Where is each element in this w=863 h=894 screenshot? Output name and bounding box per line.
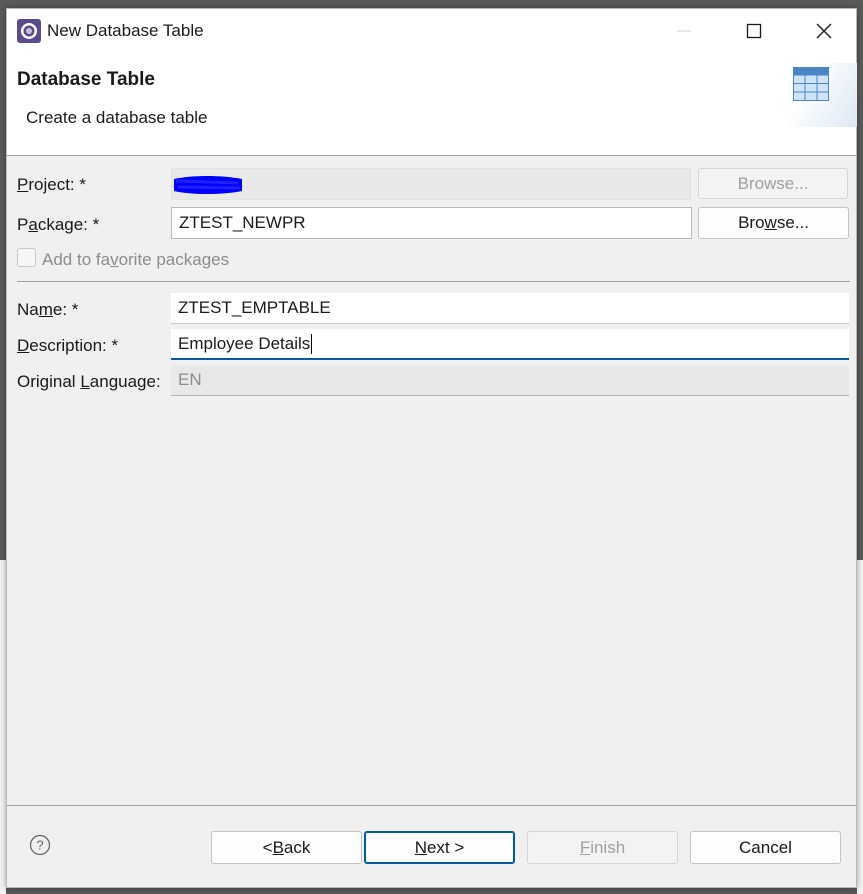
separator: [17, 281, 850, 282]
cancel-button[interactable]: Cancel: [690, 831, 841, 864]
minimize-icon: [677, 30, 691, 32]
close-button[interactable]: [789, 9, 859, 53]
finish-button[interactable]: Finish: [527, 831, 678, 864]
original-language-label: Original Language:: [17, 372, 161, 391]
background-window-edge: [857, 560, 863, 894]
project-label: Project: *: [17, 175, 86, 194]
next-button[interactable]: Next >: [364, 831, 515, 864]
eclipse-app-icon: [17, 19, 41, 43]
description-label: Description: *: [17, 336, 119, 355]
wizard-banner: Database Table Create a database table: [7, 55, 857, 156]
close-icon: [816, 23, 832, 39]
package-label: Package: *: [17, 215, 100, 234]
package-input[interactable]: ZTEST_NEWPR: [171, 207, 692, 239]
favorite-packages-checkbox[interactable]: [17, 248, 36, 267]
package-browse-button[interactable]: Bro w se...: [698, 207, 849, 239]
back-button[interactable]: < Back: [211, 831, 362, 864]
project-field: [171, 168, 691, 200]
title-bar: New Database Table: [7, 9, 856, 55]
minimize-button[interactable]: [649, 9, 719, 53]
redaction-scribble: [174, 176, 242, 194]
project-browse-button[interactable]: Browse...: [698, 168, 848, 199]
svg-text:?: ?: [36, 838, 43, 853]
text-caret: [311, 333, 313, 354]
help-icon[interactable]: ?: [29, 834, 51, 856]
name-input[interactable]: ZTEST_EMPTABLE: [171, 293, 849, 324]
new-database-table-dialog: New Database Table Database Table Create…: [6, 8, 857, 888]
description-input[interactable]: Employee Details: [171, 329, 849, 360]
favorite-packages-label: Add to favorite packages: [42, 250, 230, 269]
original-language-field: EN: [171, 365, 849, 396]
footer-separator: [7, 805, 856, 806]
name-label: Name: *: [17, 300, 79, 319]
maximize-button[interactable]: [719, 9, 789, 53]
window-title: New Database Table: [47, 21, 204, 40]
banner-description: Create a database table: [26, 108, 208, 127]
database-table-icon: [793, 67, 829, 101]
maximize-icon: [746, 23, 762, 39]
banner-title: Database Table: [17, 69, 155, 90]
